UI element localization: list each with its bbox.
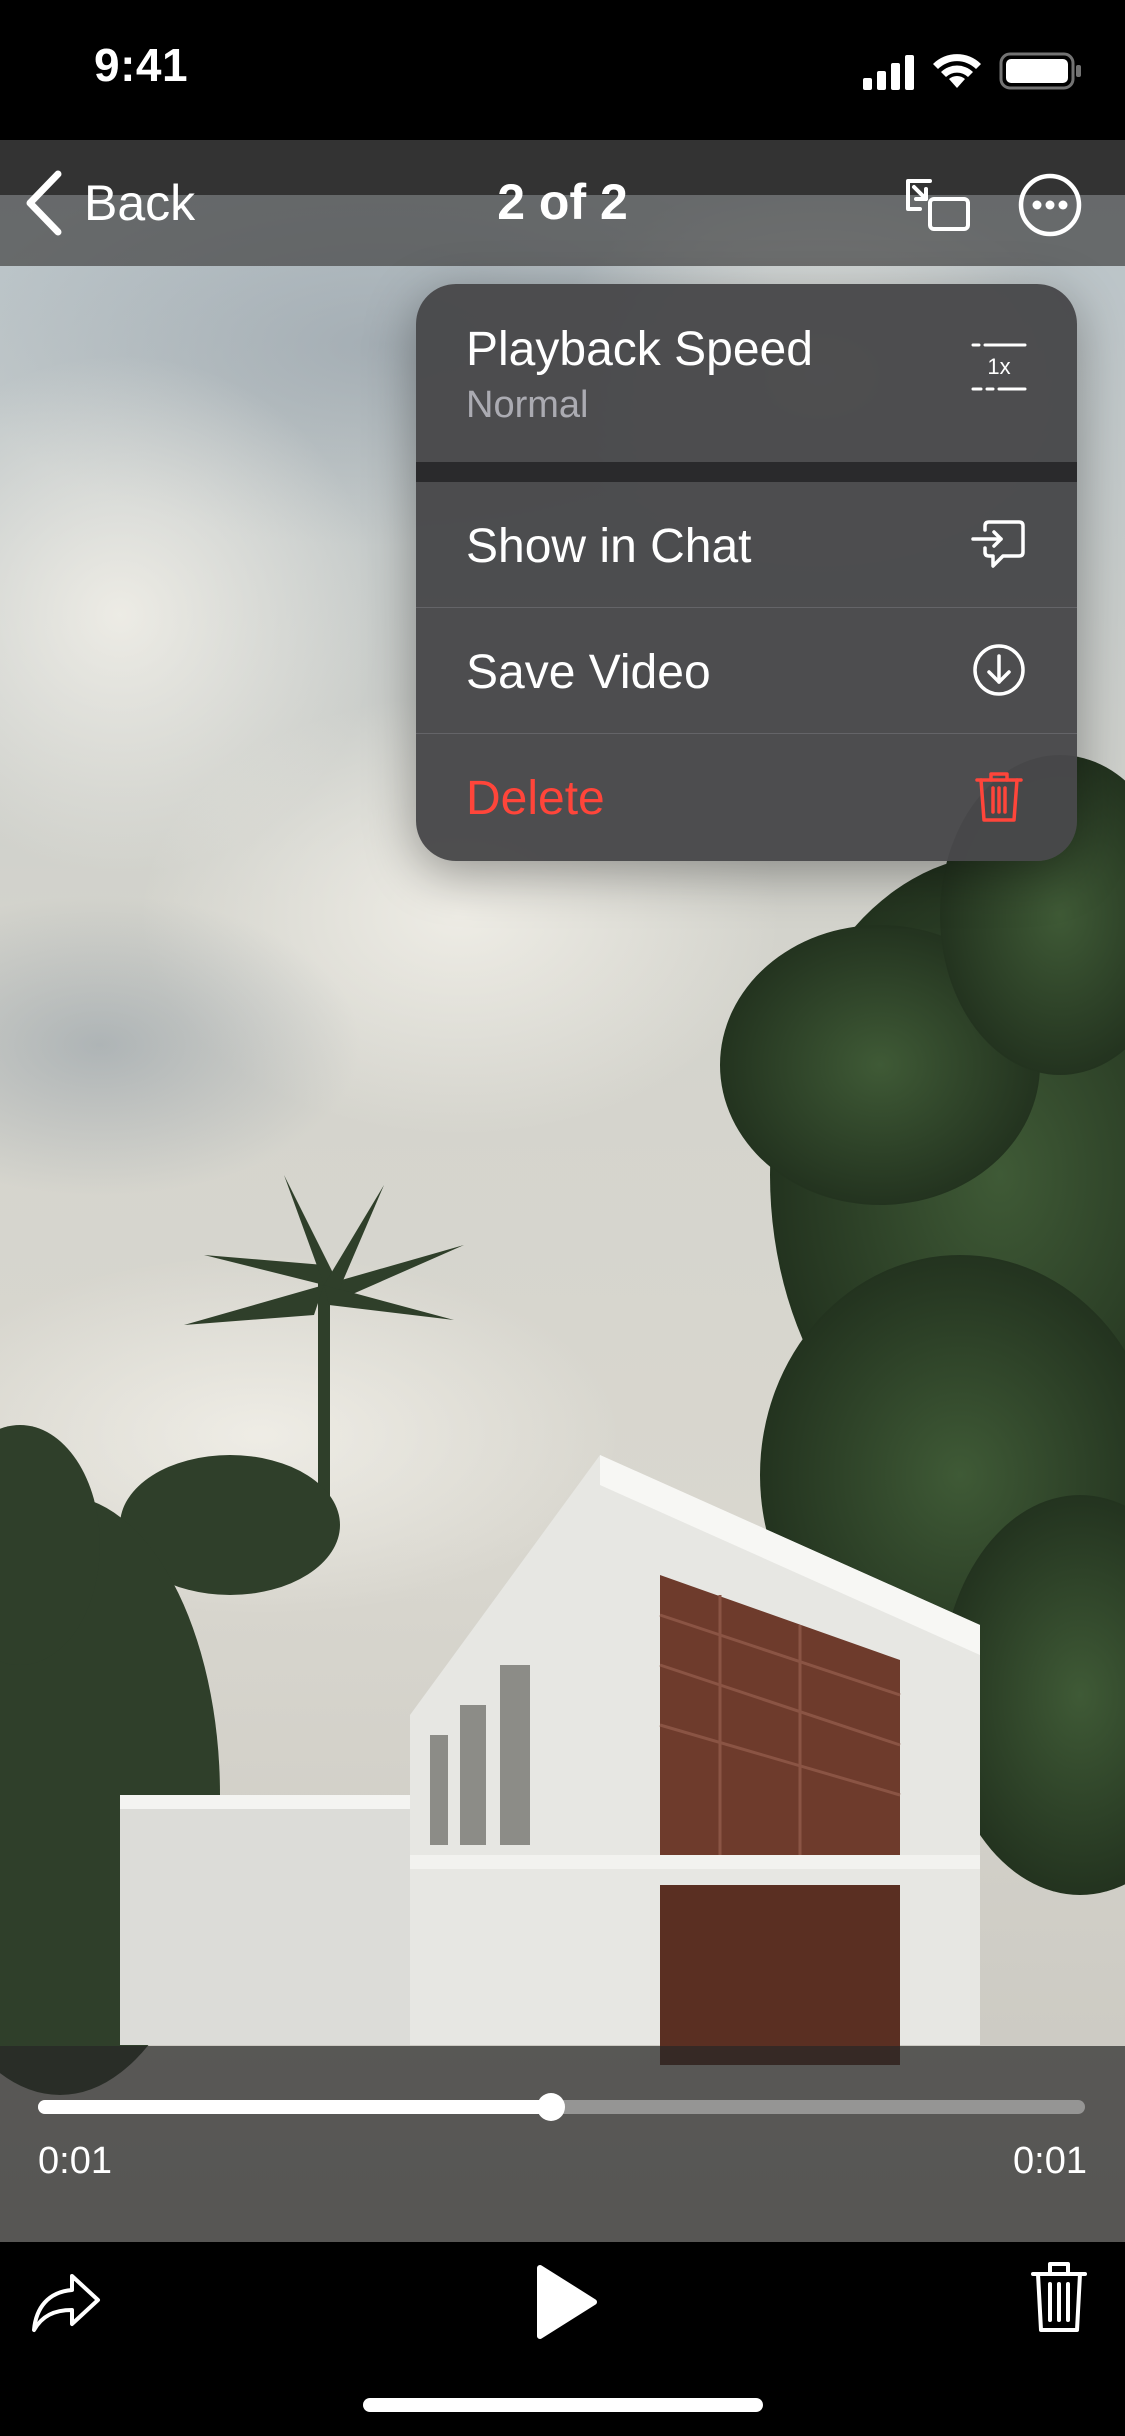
navigation-bar: Back 2 of 2	[0, 140, 1125, 266]
playback-speed-icon-text: 1x	[987, 354, 1010, 379]
menu-item-show-in-chat[interactable]: Show in Chat	[416, 482, 1077, 607]
wifi-icon	[933, 54, 981, 88]
playback-speed-label: Playback Speed	[466, 323, 813, 376]
download-circle-icon	[971, 642, 1027, 698]
total-time: 0:01	[1013, 2140, 1087, 2182]
status-bar: 9:41	[0, 0, 1125, 140]
battery-icon	[999, 52, 1081, 90]
status-time: 9:41	[94, 39, 189, 91]
picture-in-picture-button[interactable]	[900, 167, 976, 243]
playback-controls-panel	[0, 2046, 1125, 2242]
delete-label: Delete	[466, 772, 605, 825]
more-button[interactable]	[1012, 167, 1088, 243]
show-in-chat-label: Show in Chat	[466, 520, 752, 573]
picture-in-picture-icon	[906, 179, 970, 231]
menu-item-delete[interactable]: Delete	[416, 734, 1077, 861]
scrubber-progress	[38, 2100, 552, 2114]
playback-scrubber[interactable]	[38, 2093, 1085, 2121]
show-in-chat-icon	[971, 516, 1027, 572]
menu-item-playback-speed[interactable]: Playback Speed Normal 1x	[416, 284, 1077, 462]
context-menu: Playback Speed Normal 1x Show in Chat Sa…	[416, 284, 1077, 861]
scrubber-thumb[interactable]	[537, 2093, 566, 2121]
delete-button[interactable]	[1030, 2260, 1088, 2334]
trash-icon	[971, 768, 1027, 824]
playback-speed-1x-icon: 1x	[971, 339, 1027, 395]
more-icon	[1018, 173, 1082, 237]
menu-item-save-video[interactable]: Save Video	[416, 608, 1077, 733]
play-button[interactable]	[530, 2262, 600, 2342]
forward-button[interactable]	[30, 2268, 104, 2338]
forward-share-icon	[32, 2274, 100, 2332]
playback-speed-value: Normal	[466, 384, 589, 426]
video-viewer-screen: 9:41 Back 2 of 2 Playback Speed Normal 1…	[0, 0, 1125, 2436]
trash-icon	[1031, 2262, 1087, 2332]
home-indicator[interactable]	[363, 2398, 763, 2412]
play-icon	[537, 2265, 597, 2339]
status-icons	[863, 52, 1081, 90]
cellular-signal-icon	[863, 55, 914, 90]
elapsed-time: 0:01	[38, 2140, 112, 2182]
save-video-label: Save Video	[466, 646, 711, 699]
menu-section-separator	[416, 462, 1077, 482]
